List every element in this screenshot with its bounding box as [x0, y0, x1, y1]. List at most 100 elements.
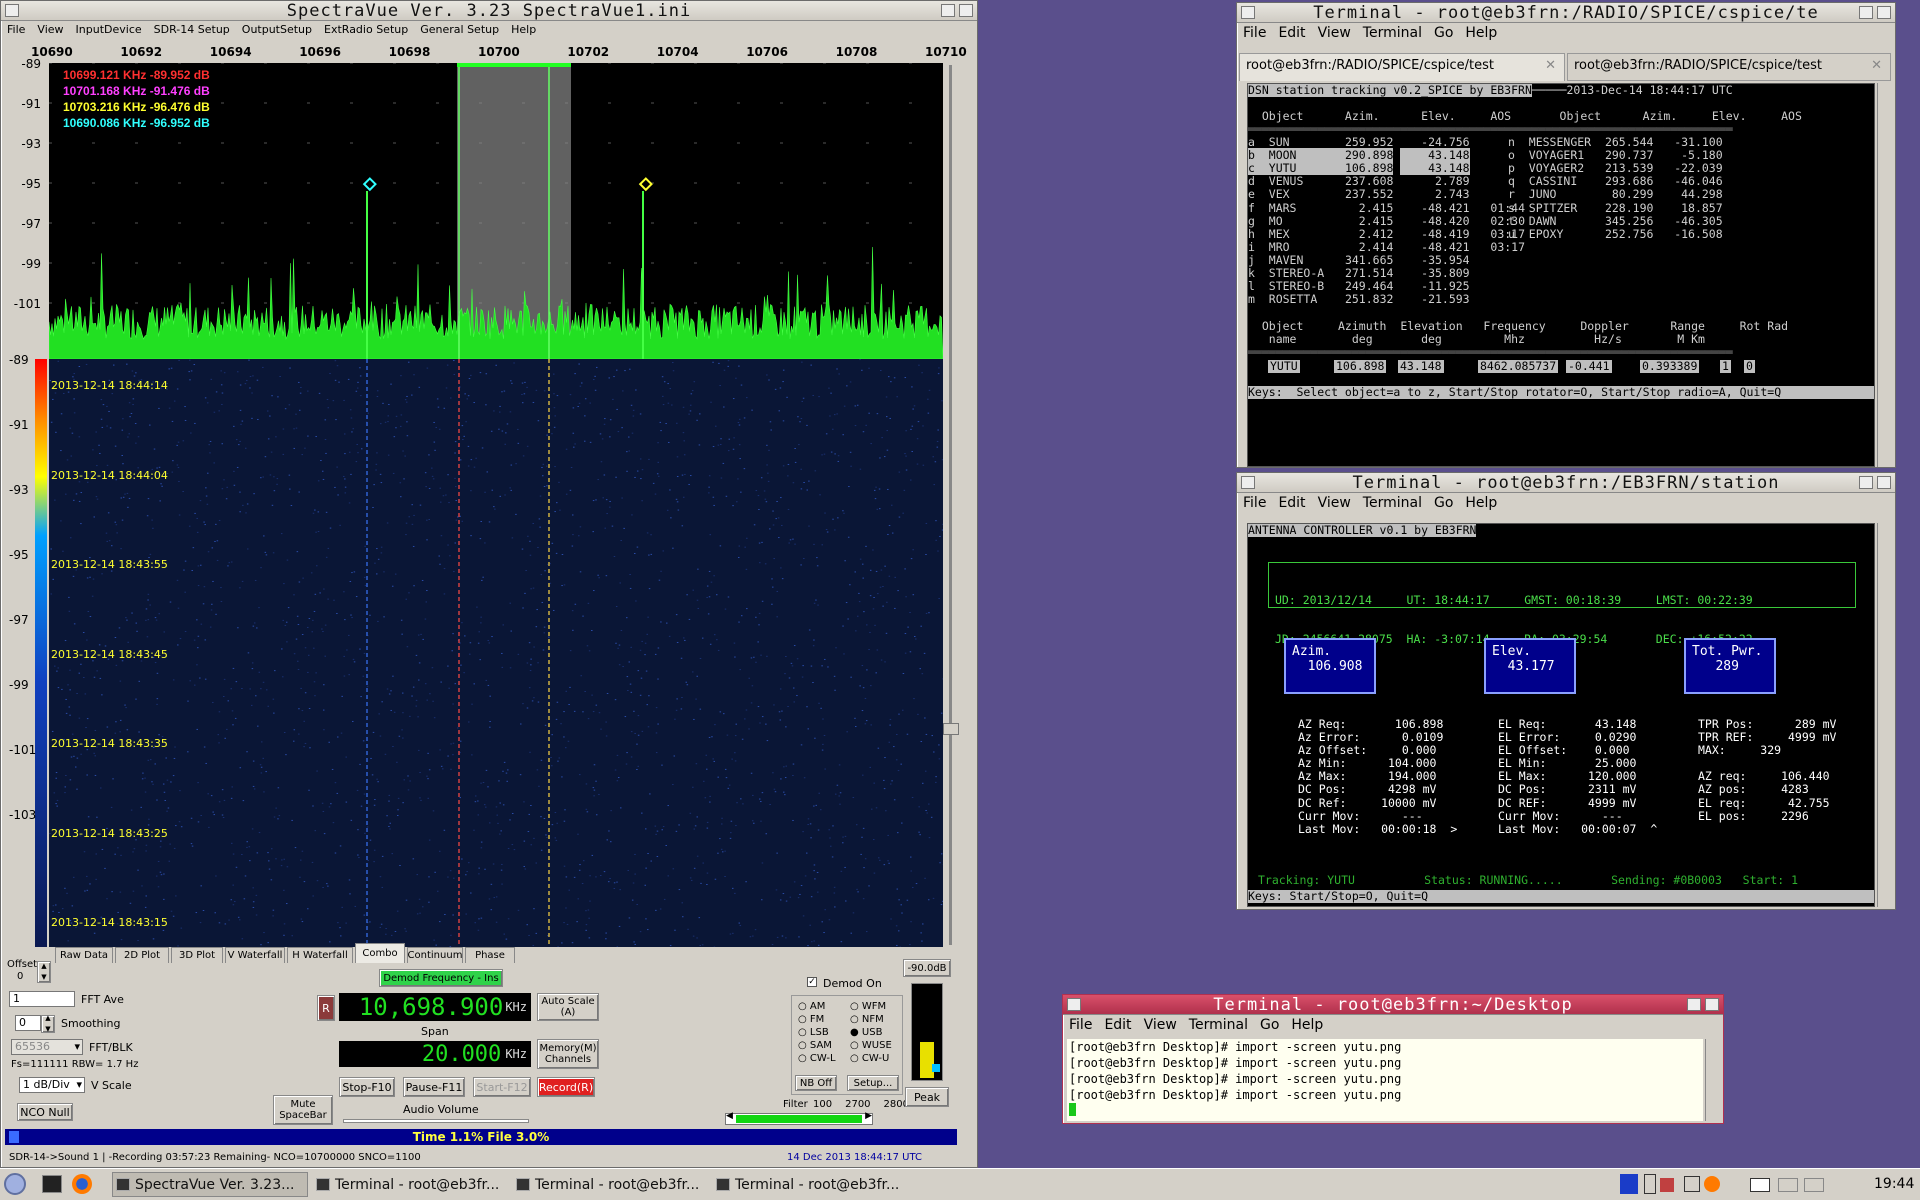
spectravue-tray-icon[interactable]: [1620, 1174, 1638, 1194]
chevron-left-icon[interactable]: ◀: [726, 1111, 733, 1121]
maximize-icon[interactable]: [1705, 998, 1719, 1011]
workspace-1-icon[interactable]: [1750, 1178, 1770, 1192]
menu-item-file[interactable]: File: [1243, 495, 1266, 511]
menu-item-file[interactable]: File: [7, 23, 25, 36]
radio-mode-am[interactable]: ○ AM: [798, 1000, 836, 1013]
menu-item-view[interactable]: View: [1318, 495, 1351, 511]
tab-h-waterfall[interactable]: H Waterfall: [287, 947, 353, 963]
auto-scale-button[interactable]: Auto Scale (A): [537, 993, 599, 1021]
tab-phase[interactable]: Phase: [465, 947, 515, 963]
nb-off-button[interactable]: NB Off: [795, 1075, 837, 1091]
setup-button[interactable]: Setup...: [847, 1075, 899, 1091]
menu-item-help[interactable]: Help: [1465, 495, 1497, 511]
terminal-cursor[interactable]: [1069, 1103, 1076, 1116]
terminal-dsn-screen[interactable]: DSN station tracking v0.2_SPICE by EB3FR…: [1247, 83, 1875, 467]
terminal-antenna-titlebar[interactable]: Terminal - root@eb3frn:/EB3FRN/station: [1237, 473, 1895, 493]
smoothing-input[interactable]: 0: [15, 1015, 41, 1031]
terminal-desktop-titlebar[interactable]: Terminal - root@eb3frn:~/Desktop: [1063, 995, 1723, 1015]
pause-button[interactable]: Pause-F11: [403, 1077, 465, 1097]
firefox-icon[interactable]: [72, 1174, 92, 1194]
offset-value[interactable]: 0: [17, 971, 23, 982]
spectravue-titlebar[interactable]: SpectraVue Ver. 3.23 SpectraVue1.ini: [1, 1, 977, 21]
menu-item-sdr-14-setup[interactable]: SDR-14 Setup: [154, 23, 230, 36]
dsn-object-row[interactable]: u EPOXY 252.756 -16.508: [1508, 227, 1723, 241]
menu-item-view[interactable]: View: [1144, 1017, 1177, 1033]
peak-button[interactable]: Peak: [905, 1087, 949, 1107]
terminal-desktop-screen[interactable]: [root@eb3frn Desktop]# import -screen yu…: [1067, 1039, 1703, 1121]
minimize-icon[interactable]: [1859, 476, 1873, 489]
radio-mode-fm[interactable]: ○ FM: [798, 1013, 836, 1026]
scroll-thumb[interactable]: [943, 723, 959, 735]
firefox-tray-icon[interactable]: [1704, 1176, 1720, 1192]
tab-v-waterfall[interactable]: V Waterfall: [225, 947, 285, 963]
tab-combo[interactable]: Combo: [355, 943, 405, 963]
radio-mode-wfm[interactable]: ○ WFM: [850, 1000, 892, 1013]
mute-button[interactable]: Mute SpaceBar: [273, 1095, 333, 1125]
vscale-select[interactable]: 1 dB/Div ▾: [19, 1077, 85, 1093]
maximize-icon[interactable]: [1877, 6, 1891, 19]
minimize-icon[interactable]: [1859, 6, 1873, 19]
close-icon[interactable]: ✕: [1871, 58, 1882, 73]
demod-on-checkbox[interactable]: ✓: [807, 977, 817, 987]
terminal-antenna-scrollbar[interactable]: [1877, 523, 1893, 907]
fft-blk-select[interactable]: 65536 ▾: [11, 1039, 83, 1055]
terminal-launcher-icon[interactable]: [42, 1175, 62, 1193]
radio-mode-wuse[interactable]: ○ WUSE: [850, 1039, 892, 1052]
menu-item-help[interactable]: Help: [1465, 25, 1497, 41]
menu-item-file[interactable]: File: [1243, 25, 1266, 41]
menu-item-help[interactable]: Help: [1291, 1017, 1323, 1033]
memory-channels-button[interactable]: Memory(M) Channels: [537, 1039, 599, 1069]
workspace-2-icon[interactable]: [1778, 1178, 1798, 1192]
tab-raw-data[interactable]: Raw Data: [55, 947, 113, 963]
offset-spinner[interactable]: ▲ ▼: [37, 961, 51, 983]
radio-mode-cw-l[interactable]: ○ CW-L: [798, 1052, 836, 1065]
tab-continuum[interactable]: Continuum: [407, 947, 463, 963]
radio-mode-sam[interactable]: ○ SAM: [798, 1039, 836, 1052]
dsn-object-row[interactable]: m ROSETTA 251.832 -21.593: [1248, 293, 1490, 306]
nco-null-button[interactable]: NCO Null: [17, 1103, 73, 1121]
taskbar-item[interactable]: SpectraVue Ver. 3.23...: [112, 1172, 308, 1197]
tab-terminal-2[interactable]: root@eb3frn:/RADIO/SPICE/cspice/test ✕: [1567, 53, 1891, 81]
grid-icon[interactable]: [1684, 1176, 1700, 1192]
menu-item-terminal[interactable]: Terminal: [1363, 495, 1422, 511]
menu-item-view[interactable]: View: [1318, 25, 1351, 41]
demod-frequency-display[interactable]: 10,698.900 KHz: [339, 993, 531, 1021]
minimize-icon[interactable]: [1687, 998, 1701, 1011]
menu-item-go[interactable]: Go: [1434, 25, 1453, 41]
chevron-right-icon[interactable]: ▶: [865, 1111, 872, 1121]
taskbar-item[interactable]: Terminal - root@eb3fr...: [312, 1172, 508, 1197]
radio-mode-lsb[interactable]: ○ LSB: [798, 1026, 836, 1039]
r-button[interactable]: R: [317, 995, 335, 1021]
menu-item-edit[interactable]: Edit: [1278, 25, 1305, 41]
demod-passband[interactable]: [457, 63, 571, 359]
menu-item-help[interactable]: Help: [511, 23, 536, 36]
taskbar-item[interactable]: Terminal - root@eb3fr...: [712, 1172, 908, 1197]
terminal-dsn-scrollbar[interactable]: [1877, 83, 1893, 467]
menu-item-terminal[interactable]: Terminal: [1363, 25, 1422, 41]
start-button[interactable]: Start-F12: [473, 1077, 531, 1097]
terminal-antenna-screen[interactable]: ANTENNA CONTROLLER v0.1 by EB3FRN UD: 20…: [1247, 523, 1875, 907]
radio-mode-usb[interactable]: ● USB: [850, 1026, 892, 1039]
demod-frequency-button[interactable]: Demod Frequency - Ins: [379, 969, 503, 987]
clock[interactable]: 19:44: [1874, 1176, 1914, 1192]
terminal-dsn-titlebar[interactable]: Terminal - root@eb3frn:/RADIO/SPICE/cspi…: [1237, 3, 1895, 23]
radio-mode-nfm[interactable]: ○ NFM: [850, 1013, 892, 1026]
menu-item-go[interactable]: Go: [1260, 1017, 1279, 1033]
maximize-icon[interactable]: [959, 4, 973, 17]
menu-item-view[interactable]: View: [37, 23, 63, 36]
marker-diamond[interactable]: [362, 177, 377, 192]
record-button[interactable]: Record(R): [537, 1077, 595, 1097]
workspace-3-icon[interactable]: [1804, 1178, 1824, 1192]
vertical-scrollbar[interactable]: [943, 63, 959, 947]
fft-ave-input[interactable]: 1: [9, 991, 75, 1007]
window-menu-icon[interactable]: [5, 4, 19, 17]
menu-item-file[interactable]: File: [1069, 1017, 1092, 1033]
filter-slider[interactable]: ◀ ▶: [725, 1111, 873, 1125]
terminal-desktop-scrollbar[interactable]: [1705, 1039, 1721, 1121]
menu-item-go[interactable]: Go: [1434, 495, 1453, 511]
menu-item-inputdevice[interactable]: InputDevice: [76, 23, 142, 36]
tab-2d-plot[interactable]: 2D Plot: [115, 947, 169, 963]
tab-terminal-1[interactable]: root@eb3frn:/RADIO/SPICE/cspice/test ✕: [1239, 53, 1565, 81]
radio-mode-cw-u[interactable]: ○ CW-U: [850, 1052, 892, 1065]
tab-3d-plot[interactable]: 3D Plot: [171, 947, 223, 963]
